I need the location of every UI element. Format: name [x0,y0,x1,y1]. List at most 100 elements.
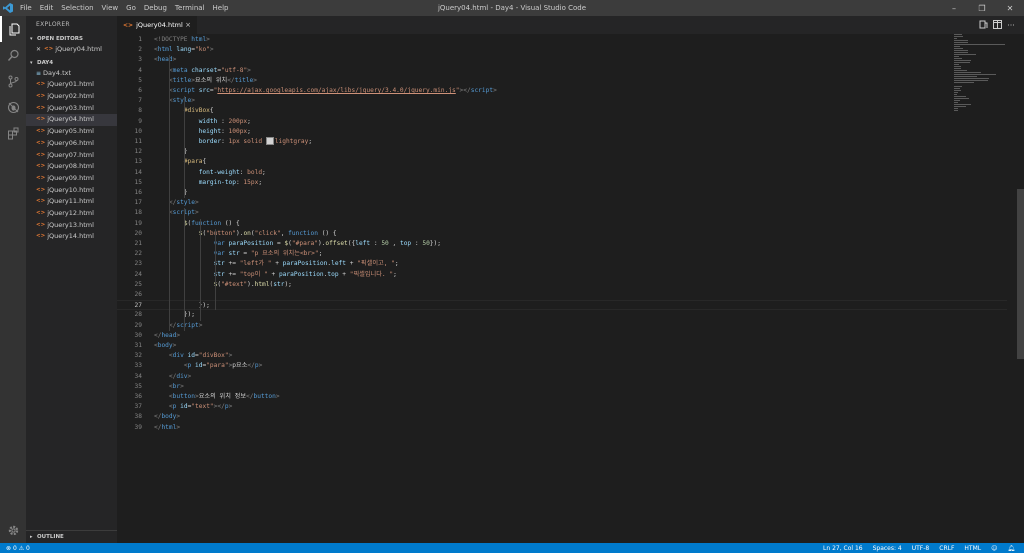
bell-icon[interactable]: 🔔︎ [1007,545,1015,552]
minimap-line [954,56,959,57]
explorer-icon[interactable] [0,16,26,42]
close-window-button[interactable]: ✕ [996,0,1024,16]
code-line[interactable]: 3 <head> [117,55,1007,65]
code-line[interactable]: 38 </body> [117,412,1007,422]
code-line[interactable]: 21 var paraPosition = $("#para").offset(… [117,239,1007,249]
source-control-icon[interactable] [0,68,26,94]
code-line[interactable]: 2 <html lang="ko"> [117,45,1007,55]
close-icon[interactable]: ✕ [36,44,41,56]
file-item-jquery11[interactable]: <> jQuery11.html [26,196,117,208]
code-line[interactable]: 23 str += "left가 " + paraPosition.left +… [117,259,1007,269]
indent-guide [199,218,201,321]
minimize-button[interactable]: – [940,0,968,16]
outline-header[interactable]: ▸ OUTLINE [26,530,121,543]
color-swatch[interactable] [265,137,274,145]
code-line[interactable]: 6 <script src="https://ajax.googleapis.c… [117,86,1007,96]
open-editor-item[interactable]: ✕ <> jQuery04.html [26,44,117,56]
smiley-icon[interactable]: ☺ [991,545,997,552]
code-line[interactable]: 22 var str = "p 요소의 위치는<br>"; [117,249,1007,259]
code-line[interactable]: 27 }); [117,300,1007,311]
search-icon[interactable] [0,42,26,68]
code-line[interactable]: 34 </div> [117,372,1007,382]
code-line[interactable]: 30 </head> [117,331,1007,341]
menu-file[interactable]: File [16,4,36,12]
close-tab-icon[interactable]: × [185,21,191,29]
code-line[interactable]: 11 border: 1px solid lightgray; [117,137,1007,147]
code-line[interactable]: 19 $(function () { [117,219,1007,229]
vertical-scrollbar[interactable] [1017,34,1024,543]
file-item-jquery13[interactable]: <> jQuery13.html [26,220,117,232]
file-item-jquery04[interactable]: <> jQuery04.html [26,114,117,127]
code-line[interactable]: 18 <script> [117,208,1007,218]
code-line[interactable]: 32 <div id="divBox"> [117,351,1007,361]
problems-indicator[interactable]: ⊗ 0 ⚠ 0 [0,545,30,552]
minimap-line [954,88,961,89]
file-item-day4-txt[interactable]: ≡ Day4.txt [26,68,117,80]
code-text: <body> [154,342,177,349]
menu-view[interactable]: View [98,4,123,12]
file-item-jquery10[interactable]: <> jQuery10.html [26,185,117,197]
code-line[interactable]: 17 </style> [117,198,1007,208]
code-line[interactable]: 25 $("#text").html(str); [117,280,1007,290]
activity-bar [0,16,26,543]
tab-jquery04[interactable]: <> jQuery04.html × [117,16,197,34]
menu-selection[interactable]: Selection [57,4,97,12]
code-line[interactable]: 26 [117,290,1007,300]
code-line[interactable]: 24 str += "top이 " + paraPosition.top + "… [117,270,1007,280]
extensions-icon[interactable] [0,120,26,146]
title-bar: File Edit Selection View Go Debug Termin… [0,0,1024,16]
code-line[interactable]: 8 #divBox{ [117,106,1007,116]
code-line[interactable]: 15 margin-top: 15px; [117,178,1007,188]
code-line[interactable]: 4 <meta charset="utf-8"> [117,66,1007,76]
open-changes-icon[interactable] [976,20,990,31]
file-item-jquery08[interactable]: <> jQuery08.html [26,161,117,173]
language-mode[interactable]: HTML [964,545,981,552]
file-item-jquery12[interactable]: <> jQuery12.html [26,208,117,220]
code-line[interactable]: 9 width : 200px; [117,117,1007,127]
file-item-jquery02[interactable]: <> jQuery02.html [26,91,117,103]
code-line[interactable]: 7 <style> [117,96,1007,106]
menu-edit[interactable]: Edit [36,4,58,12]
more-actions-icon[interactable]: ··· [1004,21,1018,30]
encoding[interactable]: UTF-8 [912,545,930,552]
file-item-jquery09[interactable]: <> jQuery09.html [26,173,117,185]
code-editor[interactable]: 1 <!DOCTYPE html> 2 <html lang="ko"> 3 <head>… [117,34,1007,543]
code-line[interactable]: 12 } [117,147,1007,157]
code-line[interactable]: 35 <br> [117,382,1007,392]
menu-debug[interactable]: Debug [140,4,171,12]
split-editor-icon[interactable] [990,19,1004,31]
restore-button[interactable]: ❐ [968,0,996,16]
file-item-jquery05[interactable]: <> jQuery05.html [26,126,117,138]
file-item-jquery03[interactable]: <> jQuery03.html [26,103,117,115]
code-line[interactable]: 16 } [117,188,1007,198]
menu-help[interactable]: Help [209,4,233,12]
code-line[interactable]: 1 <!DOCTYPE html> [117,35,1007,45]
settings-gear-icon[interactable] [0,517,26,543]
file-item-jquery14[interactable]: <> jQuery14.html [26,231,117,243]
minimap[interactable] [954,34,1014,111]
code-line[interactable]: 10 height: 100px; [117,127,1007,137]
cursor-position[interactable]: Ln 27, Col 16 [823,545,863,552]
code-line[interactable]: 13 #para{ [117,157,1007,167]
open-editors-header[interactable]: ▾ OPEN EDITORS [26,34,117,44]
file-item-jquery06[interactable]: <> jQuery06.html [26,138,117,150]
end-of-line[interactable]: CRLF [939,545,954,552]
code-line[interactable]: 28 }); [117,310,1007,320]
file-item-jquery01[interactable]: <> jQuery01.html [26,79,117,91]
indentation[interactable]: Spaces: 4 [873,545,902,552]
file-item-jquery07[interactable]: <> jQuery07.html [26,150,117,162]
code-line[interactable]: 39 </html> [117,423,1007,433]
code-line[interactable]: 5 <title>요소의 위치</title> [117,76,1007,86]
code-line[interactable]: 33 <p id="para">p요소</p> [117,361,1007,371]
folder-header[interactable]: ▾ DAY4 [26,58,117,68]
code-line[interactable]: 29 </script> [117,321,1007,331]
code-line[interactable]: 36 <button>요소의 위치 정보</button> [117,392,1007,402]
code-line[interactable]: 37 <p id="text"></p> [117,402,1007,412]
debug-icon[interactable] [0,94,26,120]
code-line[interactable]: 31 <body> [117,341,1007,351]
menu-terminal[interactable]: Terminal [171,4,209,12]
code-line[interactable]: 20 $("button").on("click", function () { [117,229,1007,239]
code-line[interactable]: 14 font-weight: bold; [117,168,1007,178]
scrollbar-thumb[interactable] [1017,189,1024,359]
menu-go[interactable]: Go [122,4,140,12]
